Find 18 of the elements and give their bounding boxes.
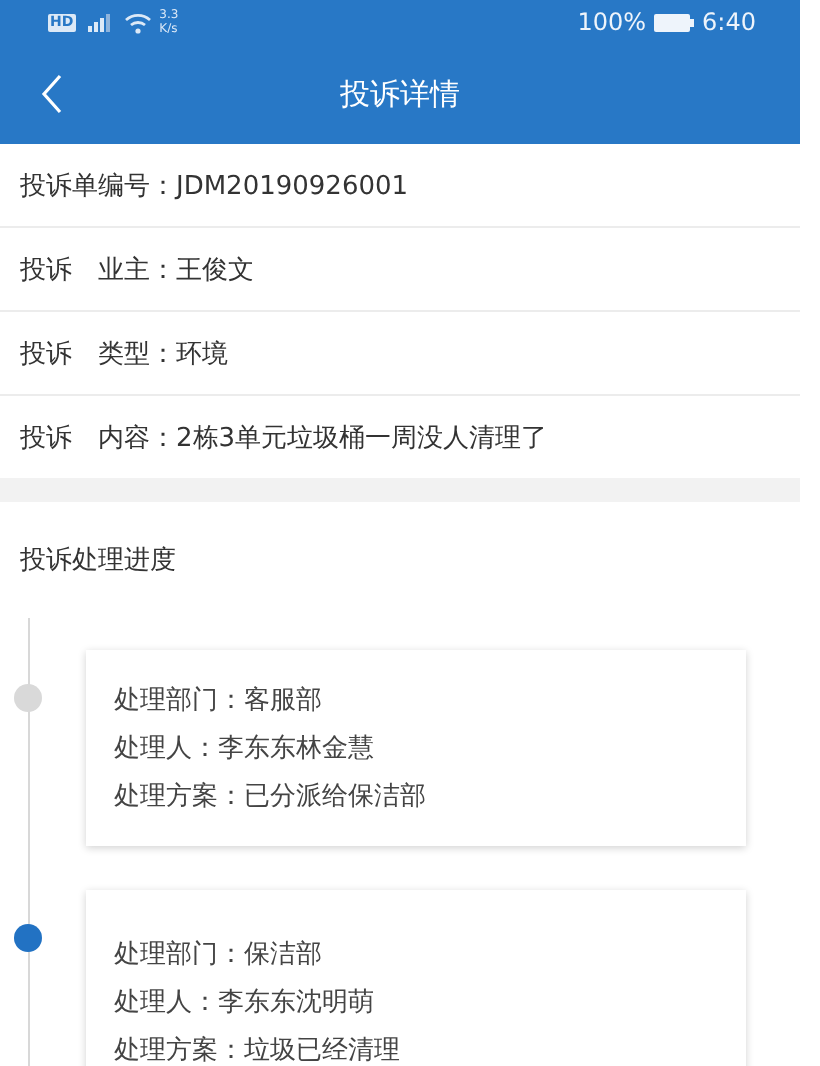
- wifi-icon: [123, 11, 152, 33]
- detail-text: 投诉 业主：王俊文: [20, 253, 254, 287]
- step-detail: 处理部门：保洁部: [114, 938, 324, 972]
- step-detail: 处理方案：已分派给保洁部: [114, 780, 428, 814]
- detail-text: 投诉 内容：2栋3单元垃圾桶一周没人清理了: [20, 421, 548, 455]
- step-detail: 处理部门：客服部: [114, 684, 324, 718]
- detail-text: 投诉 类型：环境: [20, 337, 228, 371]
- step-detail: 处理人：李东东林金慧: [114, 732, 376, 766]
- step-detail: 处理人：李东东沈明萌: [114, 986, 376, 1020]
- page-title: 投诉详情: [340, 75, 460, 113]
- detail-text: 投诉单编号：JDM20190926001: [20, 169, 409, 203]
- battery-percent: 100%: [577, 8, 647, 36]
- section-title: 投诉处理进度: [20, 544, 176, 578]
- signal-icon: [83, 12, 116, 32]
- battery-icon: [654, 13, 695, 31]
- step-detail: 处理方案：垃圾已经清理: [114, 1034, 402, 1066]
- back-icon[interactable]: [40, 74, 64, 114]
- clock: 6:40: [702, 8, 756, 36]
